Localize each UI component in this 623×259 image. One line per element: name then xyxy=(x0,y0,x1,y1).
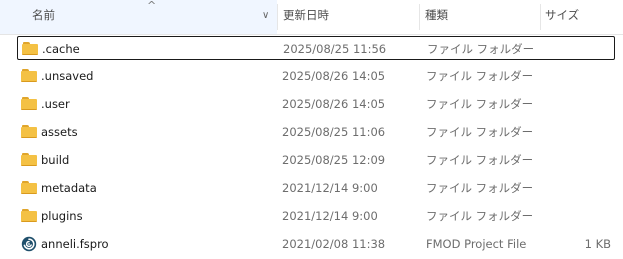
file-name: .cache xyxy=(42,42,80,56)
file-date: 2025/08/26 14:05 xyxy=(282,97,386,111)
file-name: plugins xyxy=(41,209,83,223)
file-name: assets xyxy=(41,125,78,139)
file-date: 2021/12/14 9:00 xyxy=(282,181,378,195)
fmod-project-icon xyxy=(21,236,37,252)
file-name: build xyxy=(41,153,70,167)
file-name: metadata xyxy=(41,181,97,195)
file-type: ファイル フォルダー xyxy=(426,97,534,111)
file-row[interactable]: plugins 2021/12/14 9:00 ファイル フォルダー xyxy=(17,204,615,228)
file-row[interactable]: metadata 2021/12/14 9:00 ファイル フォルダー xyxy=(17,176,615,200)
column-header-bar: ^ 名前 ∨ 更新日時 種類 サイズ xyxy=(0,0,623,35)
folder-icon xyxy=(22,41,38,57)
file-name: anneli.fspro xyxy=(41,237,109,251)
folder-icon xyxy=(21,96,37,112)
folder-icon xyxy=(21,180,37,196)
file-type: ファイル フォルダー xyxy=(426,209,534,223)
file-row[interactable]: .cache 2025/08/25 11:56 ファイル フォルダー xyxy=(17,36,615,60)
file-type: ファイル フォルダー xyxy=(427,42,535,56)
file-type: ファイル フォルダー xyxy=(426,69,534,83)
file-row[interactable]: .unsaved 2025/08/26 14:05 ファイル フォルダー xyxy=(17,64,615,88)
column-divider[interactable] xyxy=(277,4,278,30)
file-row[interactable]: assets 2025/08/25 11:06 ファイル フォルダー xyxy=(17,120,615,144)
column-header-size-label: サイズ xyxy=(545,8,580,22)
column-header-size[interactable]: サイズ xyxy=(541,0,623,34)
folder-icon xyxy=(21,124,37,140)
column-header-date-label: 更新日時 xyxy=(283,8,329,22)
folder-icon xyxy=(21,152,37,168)
file-name: .user xyxy=(41,97,70,111)
file-date: 2025/08/25 11:56 xyxy=(283,42,387,56)
file-type: ファイル フォルダー xyxy=(426,125,534,139)
file-type: FMOD Project File xyxy=(426,237,527,251)
file-type: ファイル フォルダー xyxy=(426,181,534,195)
file-name: .unsaved xyxy=(41,69,94,83)
file-date: 2025/08/25 11:06 xyxy=(282,125,386,139)
file-row[interactable]: build 2025/08/25 12:09 ファイル フォルダー xyxy=(17,148,615,172)
fmod-logo-icon xyxy=(21,236,37,252)
column-header-name-label: 名前 xyxy=(32,8,55,22)
column-header-name[interactable]: ^ 名前 ∨ xyxy=(0,0,277,34)
sort-ascending-icon: ^ xyxy=(147,0,157,12)
file-type: ファイル フォルダー xyxy=(426,153,534,167)
file-date: 2021/02/08 11:38 xyxy=(282,237,386,251)
folder-icon xyxy=(21,68,37,84)
folder-icon xyxy=(21,208,37,224)
column-header-type[interactable]: 種類 xyxy=(420,0,540,34)
column-header-type-label: 種類 xyxy=(425,8,448,22)
file-row[interactable]: anneli.fspro 2021/02/08 11:38 FMOD Proje… xyxy=(17,232,615,256)
file-date: 2025/08/25 12:09 xyxy=(282,153,386,167)
file-row[interactable]: .user 2025/08/26 14:05 ファイル フォルダー xyxy=(17,92,615,116)
file-date: 2025/08/26 14:05 xyxy=(282,69,386,83)
file-date: 2021/12/14 9:00 xyxy=(282,209,378,223)
chevron-down-icon[interactable]: ∨ xyxy=(262,0,269,33)
file-size: 1 KB xyxy=(584,237,611,251)
column-header-date[interactable]: 更新日時 xyxy=(279,0,419,34)
